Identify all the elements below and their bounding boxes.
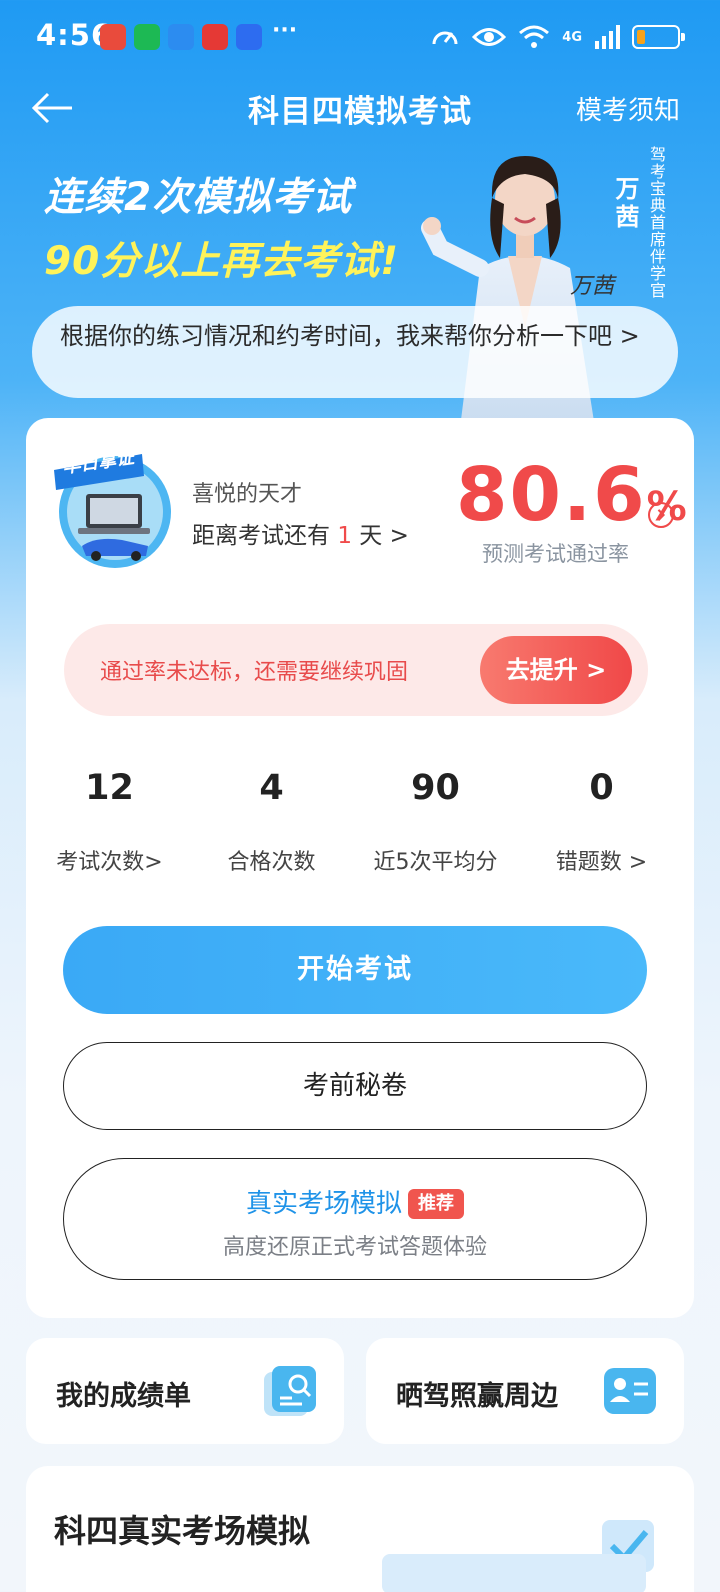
user-name: 喜悦的天才 (192, 482, 303, 507)
section-preview (382, 1554, 646, 1592)
stat-label: 错题数 > (555, 850, 648, 875)
chevron-right-icon[interactable] (648, 502, 674, 528)
real-exam-section: 科四真实考场模拟 (26, 1466, 694, 1592)
banner-subheadline: 90分以上再去考试! (44, 239, 400, 284)
countdown-days: 1 (337, 523, 352, 549)
exam-summary-card: 早日拿证 喜悦的天才 距离考试还有 1 天 > 80.6% 预测考试通过率 通过… (26, 418, 694, 1318)
start-exam-button[interactable]: 开始考试 (63, 926, 647, 1014)
toutiao-icon (202, 24, 228, 50)
spokesperson-role: 驾考宝典首席伴学官 (647, 146, 666, 299)
stat-average-score: 90 近5次平均分 (352, 768, 519, 876)
exam-notice-link[interactable]: 模考须知 (576, 90, 680, 127)
stat-label: 近5次平均分 (373, 850, 498, 875)
stat-value: 12 (85, 768, 134, 808)
stat-exam-count[interactable]: 12 考试次数> (26, 768, 193, 876)
battery-icon (632, 25, 685, 49)
stats-row: 12 考试次数> 4 合格次数 90 近5次平均分 0 错题数 > (26, 768, 694, 878)
nav-bar: 科目四模拟考试 模考须知 (0, 76, 720, 140)
real-exam-subtitle: 高度还原正式考试答题体验 (222, 1235, 487, 1260)
pre-exam-paper-button[interactable]: 考前秘卷 (63, 1042, 647, 1130)
wechat-icon (134, 24, 160, 50)
section-title: 科四真实考场模拟 (54, 1512, 311, 1550)
browser-icon (168, 24, 194, 50)
pass-rate-label: 预测考试通过率 (482, 542, 629, 566)
speedometer-icon (432, 31, 458, 45)
improvement-banner: 通过率未达标，还需要继续巩固 去提升 > (64, 624, 648, 716)
share-license-card[interactable]: 晒驾照赢周边 (366, 1338, 684, 1444)
improve-button[interactable]: 去提升 > (480, 636, 632, 704)
stat-value: 4 (259, 768, 284, 808)
eye-icon (472, 28, 507, 46)
pass-rate-number: 80.6 (456, 452, 647, 538)
real-exam-simulation-button[interactable]: 真实考场模拟 推荐 高度还原正式考试答题体验 (63, 1158, 647, 1280)
battery-level (637, 30, 645, 44)
stat-pass-count: 4 合格次数 (188, 768, 355, 876)
stat-value: 90 (411, 768, 460, 808)
score-report-label: 我的成绩单 (56, 1381, 191, 1412)
warning-text: 通过率未达标，还需要继续巩固 (100, 660, 409, 685)
real-exam-title: 真实考场模拟 (245, 1189, 402, 1219)
stat-label: 合格次数 (227, 850, 316, 875)
countdown-suffix: 天 > (359, 523, 409, 549)
network-type-label: 4G (562, 29, 582, 45)
score-report-card[interactable]: 我的成绩单 (26, 1338, 344, 1444)
recommend-badge: 推荐 (408, 1189, 464, 1219)
stat-value: 0 (589, 768, 614, 808)
signal-icon (595, 25, 620, 49)
app-notification-icon (100, 24, 126, 50)
analysis-prompt[interactable]: 根据你的练习情况和约考时间，我来帮你分析一下吧 > (32, 306, 678, 398)
exam-countdown[interactable]: 距离考试还有 1 天 > (192, 516, 409, 550)
spokesperson-name: 万茜 (611, 176, 639, 232)
stat-wrong-count[interactable]: 0 错题数 > (518, 768, 685, 876)
status-bar: 4:56 ··· 4G (0, 0, 720, 76)
more-notifications-icon: ··· (272, 18, 298, 43)
stat-label: 考试次数> (56, 850, 163, 875)
report-search-icon (264, 1366, 316, 1416)
spokesperson-signature: 万茜 (570, 274, 615, 299)
banner-headline: 连续2次模拟考试 (44, 175, 353, 220)
id-card-icon (604, 1368, 656, 1414)
countdown-prefix: 距离考试还有 (192, 523, 330, 549)
news-icon (236, 24, 262, 50)
wifi-icon (519, 25, 550, 48)
share-license-label: 晒驾照赢周边 (396, 1381, 558, 1412)
